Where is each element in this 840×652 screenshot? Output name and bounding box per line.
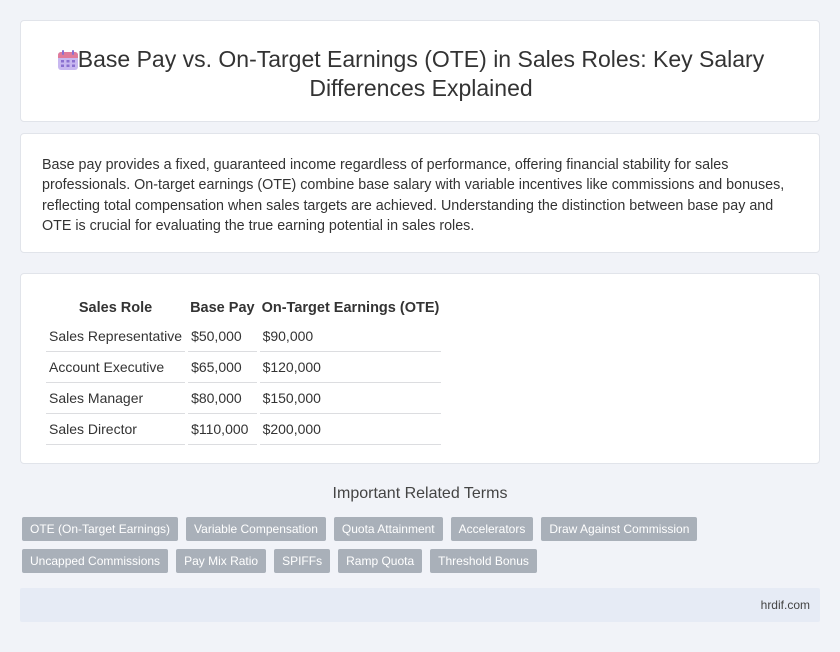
column-header-role: Sales Role — [78, 300, 153, 316]
tag-accelerators[interactable]: Accelerators — [450, 517, 534, 541]
role-cell: Account Executive — [46, 352, 186, 383]
ote-cell: $90,000 — [259, 321, 442, 352]
base-pay-cell: $80,000 — [188, 383, 257, 414]
table-row: Sales Director $110,000 $200,000 — [46, 414, 442, 445]
footer-site-link[interactable]: hrdif.com — [761, 598, 810, 612]
footer: hrdif.com — [20, 588, 820, 622]
ote-cell: $200,000 — [259, 414, 442, 445]
base-pay-cell: $65,000 — [188, 352, 257, 383]
ote-cell: $120,000 — [259, 352, 442, 383]
table-row: Account Executive $65,000 $120,000 — [46, 352, 442, 383]
tag-spiffs[interactable]: SPIFFs — [274, 549, 331, 573]
tag-quota-attainment[interactable]: Quota Attainment — [333, 517, 443, 541]
column-header-ote: On-Target Earnings (OTE) — [261, 300, 440, 316]
related-terms-title: Important Related Terms — [332, 485, 508, 502]
ote-cell: $150,000 — [259, 383, 442, 414]
tag-row: Uncapped Commissions Pay Mix Ratio SPIFF… — [22, 549, 812, 573]
base-pay-cell: $50,000 — [188, 321, 257, 352]
related-terms-tags: OTE (On-Target Earnings) Variable Compen… — [22, 517, 812, 581]
role-cell: Sales Manager — [46, 383, 186, 414]
salary-table: Sales Role Base Pay On-Target Earnings (… — [43, 295, 444, 445]
tag-ote[interactable]: OTE (On-Target Earnings) — [22, 517, 179, 541]
tag-row: OTE (On-Target Earnings) Variable Compen… — [22, 517, 812, 541]
header-card: Base Pay vs. On-Target Earnings (OTE) in… — [20, 20, 820, 122]
tag-draw-against-commission[interactable]: Draw Against Commission — [541, 517, 698, 541]
tag-variable-compensation[interactable]: Variable Compensation — [186, 517, 326, 541]
tag-ramp-quota[interactable]: Ramp Quota — [338, 549, 423, 573]
role-cell: Sales Director — [46, 414, 186, 445]
table-header-row: Sales Role Base Pay On-Target Earnings (… — [46, 295, 441, 321]
tag-threshold-bonus[interactable]: Threshold Bonus — [430, 549, 537, 573]
table-card: Sales Role Base Pay On-Target Earnings (… — [20, 273, 820, 464]
table-row: Sales Representative $50,000 $90,000 — [46, 321, 442, 352]
page-title: Base Pay vs. On-Target Earnings (OTE) in… — [77, 46, 765, 101]
column-header-base-pay: Base Pay — [190, 300, 255, 316]
tag-uncapped-commissions[interactable]: Uncapped Commissions — [22, 549, 169, 573]
intro-paragraph: Base pay provides a fixed, guaranteed in… — [42, 157, 785, 235]
role-cell: Sales Representative — [46, 321, 186, 352]
tag-pay-mix-ratio[interactable]: Pay Mix Ratio — [176, 549, 267, 573]
base-pay-cell: $110,000 — [188, 414, 257, 445]
table-row: Sales Manager $80,000 $150,000 — [46, 383, 442, 414]
intro-card: Base pay provides a fixed, guaranteed in… — [20, 133, 820, 253]
